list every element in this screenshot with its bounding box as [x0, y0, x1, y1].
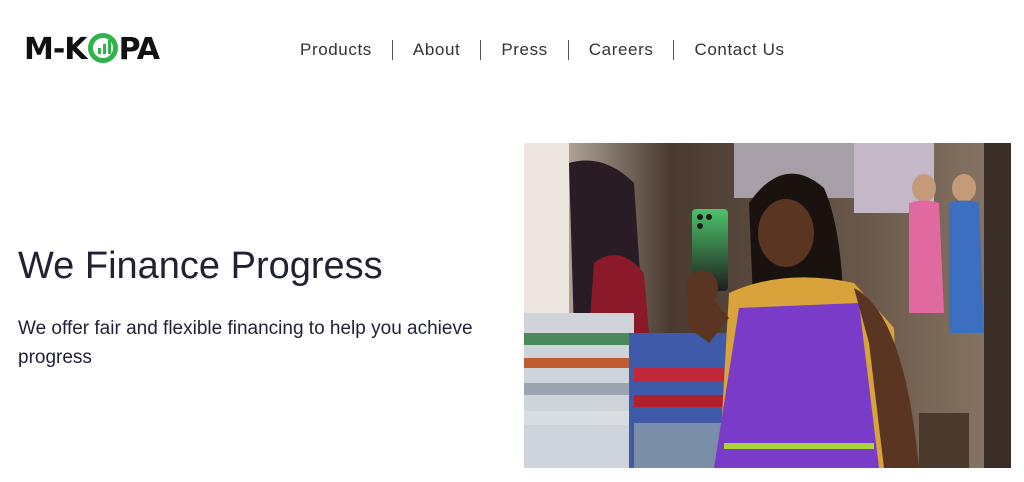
hero-title: We Finance Progress — [18, 245, 383, 287]
site-header: M-K PA Products About Press Careers Cont… — [0, 0, 1024, 100]
nav-careers[interactable]: Careers — [569, 40, 674, 60]
logo-o-chart-icon — [87, 33, 118, 63]
hero-image — [524, 143, 1011, 468]
m-kopa-logo[interactable]: M-K PA — [24, 30, 160, 70]
logo-text-suffix: PA — [118, 32, 160, 67]
main-nav: Products About Press Careers Contact Us — [280, 30, 805, 70]
logo-text-prefix: M-K — [24, 32, 88, 67]
hero-subtitle: We offer fair and flexible financing to … — [18, 318, 473, 368]
nav-products[interactable]: Products — [280, 40, 392, 60]
nav-press[interactable]: Press — [481, 40, 567, 60]
nav-about[interactable]: About — [393, 40, 480, 60]
nav-contact-us[interactable]: Contact Us — [674, 40, 804, 60]
